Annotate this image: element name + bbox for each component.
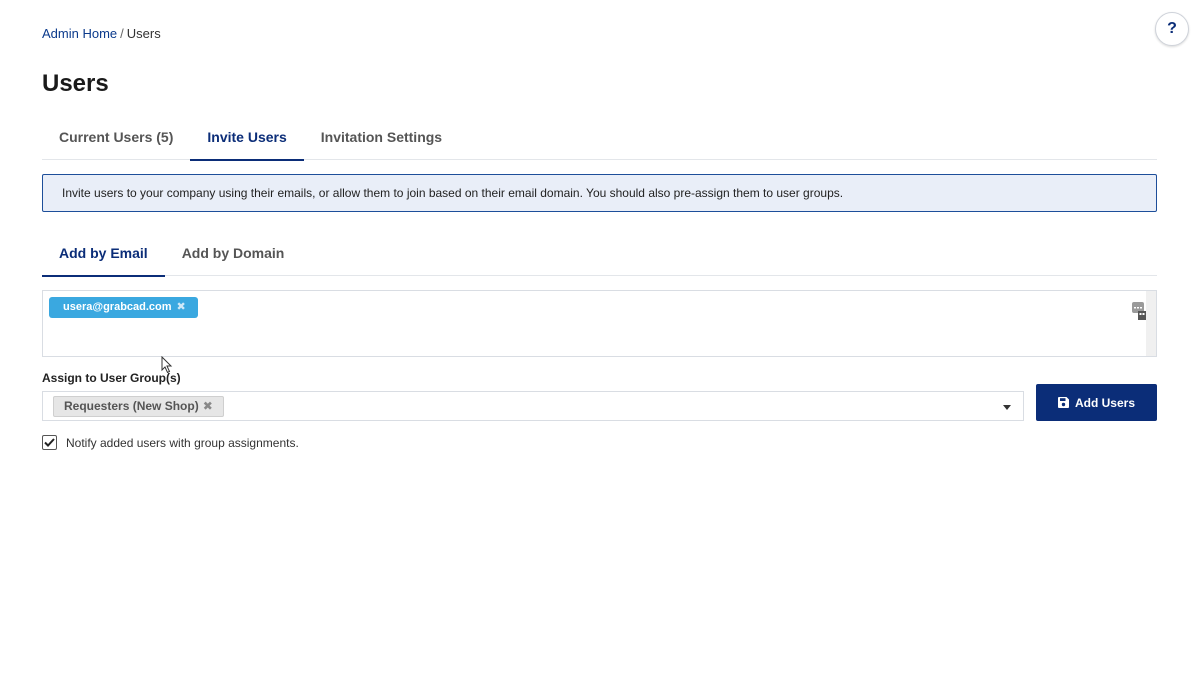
user-group-select[interactable]: Requesters (New Shop) ✖ [42,391,1024,421]
email-chip-label: usera@grabcad.com [63,301,172,313]
tab-invitation-settings[interactable]: Invitation Settings [304,117,459,160]
notify-label: Notify added users with group assignment… [66,435,299,450]
mouse-cursor-icon [161,356,173,374]
invite-method-tabs: Add by Email Add by Domain [42,233,1157,277]
tab-add-by-email[interactable]: Add by Email [42,233,165,277]
checkmark-icon [44,438,55,447]
breadcrumb-current: Users [126,26,161,41]
notify-checkbox[interactable] [42,435,57,450]
help-button[interactable]: ? [1155,12,1189,46]
remove-email-icon[interactable]: ✖ [177,301,186,313]
info-alert: Invite users to your company using their… [42,174,1157,212]
group-chip-label: Requesters (New Shop) [64,399,199,413]
email-area-scrollbar[interactable] [1146,291,1156,356]
tab-current-users[interactable]: Current Users (5) [42,117,190,160]
chevron-down-icon[interactable] [1003,405,1011,410]
remove-group-icon[interactable]: ✖ [203,399,213,413]
save-icon [1057,397,1069,408]
email-input-area[interactable]: usera@grabcad.com ✖ [42,290,1157,357]
add-users-button[interactable]: Add Users [1036,384,1157,421]
notify-option: Notify added users with group assignment… [42,435,299,450]
page-title: Users [42,70,109,97]
breadcrumb-admin-home-link[interactable]: Admin Home [42,26,117,41]
assign-groups-label: Assign to User Group(s) [42,371,181,385]
help-icon: ? [1167,20,1177,37]
email-chip: usera@grabcad.com ✖ [49,297,198,318]
breadcrumb: Admin Home / Users [42,26,161,41]
keyboard-helper-icon[interactable] [1132,302,1146,320]
breadcrumb-separator: / [120,26,124,41]
tab-invite-users[interactable]: Invite Users [190,117,305,161]
group-chip: Requesters (New Shop) ✖ [53,396,224,417]
add-users-label: Add Users [1074,395,1136,410]
main-tabs: Current Users (5) Invite Users Invitatio… [42,117,1157,161]
tab-add-by-domain[interactable]: Add by Domain [165,233,302,276]
